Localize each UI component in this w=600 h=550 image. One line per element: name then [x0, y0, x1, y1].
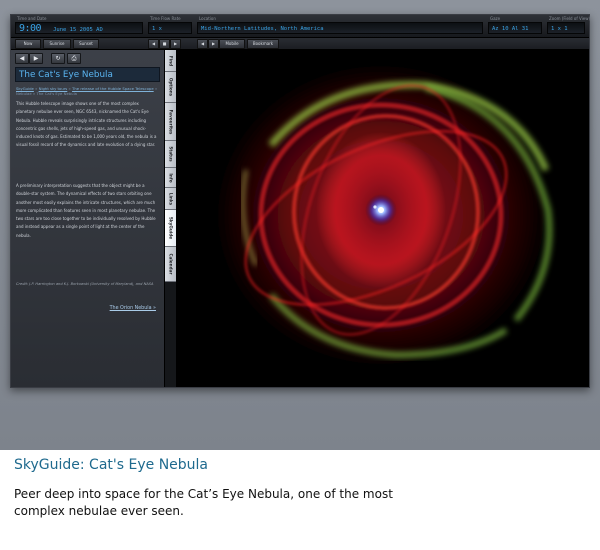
reload-icon: ↻ — [55, 55, 61, 62]
panel-nav-bar: ◀ ▶ ↻ ⎙ — [11, 50, 164, 66]
mobile-button[interactable]: Mobile — [219, 39, 245, 49]
panel-print-button[interactable]: ⎙ — [67, 53, 81, 64]
panel-reload-button[interactable]: ↻ — [51, 53, 65, 64]
description-paragraph-2: A preliminary interpretation suggests th… — [16, 183, 156, 238]
image-credit: Credit: J.P. Harrington and K.J. Borkows… — [16, 282, 154, 286]
zoom-display[interactable]: 1 x 1 — [547, 22, 585, 34]
tab-status[interactable]: Status — [165, 141, 176, 168]
tab-find[interactable]: Find — [165, 50, 176, 72]
breadcrumb-link-hubble[interactable]: The release of the Hubble Space Telescop… — [72, 86, 154, 91]
sky-image-viewer[interactable] — [176, 50, 589, 387]
control-button-row: Now Sunrise Sunset ◀ ■ ▶ ◀ ▶ Mobile Book… — [11, 38, 589, 50]
caption-description: Peer deep into space for the Cat’s Eye N… — [14, 487, 393, 518]
tab-links[interactable]: Links — [165, 188, 176, 210]
cats-eye-nebula-image — [176, 50, 589, 387]
stop-button[interactable]: ■ — [159, 39, 170, 49]
tab-calendar[interactable]: Calendar — [165, 247, 176, 282]
sunset-button[interactable]: Sunset — [73, 39, 99, 49]
location-back-button[interactable]: ◀ — [197, 39, 208, 49]
screenshot-stage: Time and Date 9:00 June 15 2005 AD Time F… — [0, 0, 600, 450]
time-rate-display[interactable]: 1 x — [148, 22, 192, 34]
gaze-display[interactable]: Az 10 Al 31 — [488, 22, 542, 34]
right-arrow-icon: ▶ — [33, 55, 39, 62]
print-icon: ⎙ — [71, 55, 77, 62]
tab-label: Find — [168, 55, 173, 66]
bookmark-button[interactable]: Bookmark — [247, 39, 279, 49]
tab-label: Favourites — [168, 109, 173, 134]
time-date-display[interactable]: 9:00 June 15 2005 AD — [15, 22, 143, 34]
zoom-label: Zoom (Field of View) — [549, 16, 591, 21]
tab-options[interactable]: Options — [165, 72, 176, 103]
tab-label: Calendar — [168, 253, 173, 275]
left-arrow-icon: ◀ — [19, 55, 25, 62]
now-button[interactable]: Now — [15, 39, 41, 49]
description-paragraph-1: This Hubble telescope image shows one of… — [16, 101, 157, 148]
location-forward-button[interactable]: ▶ — [208, 39, 219, 49]
page-title: The Cat's Eye Nebula — [15, 67, 160, 82]
date-value: June 15 2005 AD — [53, 27, 103, 33]
panel-back-button[interactable]: ◀ — [15, 53, 29, 64]
app-window: Time and Date 9:00 June 15 2005 AD Time F… — [10, 14, 590, 388]
panel-forward-button[interactable]: ▶ — [29, 53, 43, 64]
caption-title: SkyGuide: Cat's Eye Nebula — [14, 457, 209, 473]
breadcrumb-current: Nebulae » The Cat's Eye Nebula — [16, 91, 77, 96]
tab-info[interactable]: Info — [165, 168, 176, 188]
sunrise-button[interactable]: Sunrise — [43, 39, 71, 49]
forward-button[interactable]: ▶ — [170, 39, 181, 49]
location-display[interactable]: Mid-Northern Latitudes, North America — [197, 22, 483, 34]
rate-label: Time Flow Rate — [150, 16, 181, 21]
tab-favourites[interactable]: Favourites — [165, 103, 176, 141]
right-arrow-icon: ▶ — [211, 41, 216, 46]
time-value: 9:00 — [19, 23, 42, 34]
tab-label: Info — [168, 172, 173, 183]
tab-label: SkyGuide — [168, 216, 173, 240]
left-arrow-icon: ◀ — [200, 41, 205, 46]
rewind-button[interactable]: ◀ — [148, 39, 159, 49]
tab-label: Links — [168, 192, 173, 205]
breadcrumb: SkyGuide » Night sky tours » The release… — [16, 86, 158, 96]
time-label: Time and Date — [17, 16, 47, 21]
tab-skyguide[interactable]: SkyGuide — [165, 210, 176, 247]
gaze-label: Gaze — [490, 16, 501, 21]
tab-label: Status — [168, 146, 173, 162]
next-page-link[interactable]: The Orion Nebula » — [110, 306, 156, 311]
top-toolbar: Time and Date 9:00 June 15 2005 AD Time F… — [11, 15, 591, 38]
info-panel: ◀ ▶ ↻ ⎙ The Cat's Eye Nebula SkyGuide » … — [11, 50, 164, 387]
location-label: Location — [199, 16, 216, 21]
tab-label: Options — [168, 77, 173, 97]
